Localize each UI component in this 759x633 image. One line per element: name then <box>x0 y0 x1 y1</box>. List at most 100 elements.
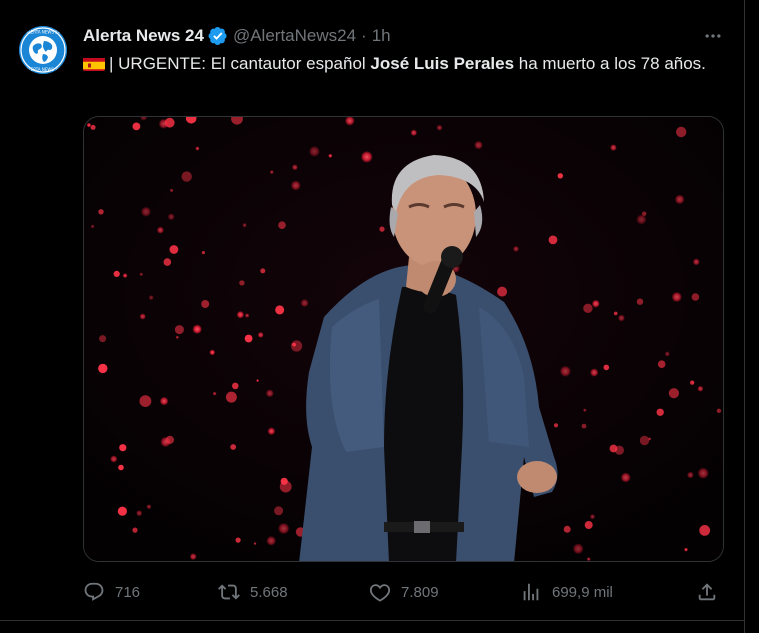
tweet-divider <box>0 620 744 621</box>
bokeh-light <box>99 335 107 343</box>
views-icon <box>520 581 542 603</box>
bokeh-light <box>590 368 599 377</box>
tweet-text: | URGENTE: El cantautor español José Lui… <box>83 52 723 76</box>
bokeh-light <box>132 527 138 533</box>
bokeh-light <box>236 310 245 319</box>
bokeh-light <box>360 150 373 163</box>
tweet-media-image[interactable] <box>83 116 724 562</box>
verified-badge-icon[interactable] <box>208 26 228 46</box>
bokeh-light <box>614 445 625 455</box>
bokeh-light <box>148 295 154 301</box>
bokeh-light <box>563 525 571 533</box>
bokeh-light <box>167 213 175 221</box>
bokeh-light <box>98 209 104 215</box>
bokeh-light <box>636 298 644 305</box>
bokeh-light <box>158 118 169 129</box>
handle[interactable]: @AlertaNews24 <box>233 26 356 46</box>
bokeh-light <box>583 408 587 413</box>
bokeh-light <box>279 480 292 493</box>
bokeh-light <box>690 380 695 385</box>
bokeh-light <box>260 268 266 274</box>
bokeh-light <box>581 423 587 429</box>
bokeh-light <box>589 514 596 520</box>
bokeh-light <box>513 245 519 252</box>
bokeh-light <box>140 206 152 217</box>
bokeh-light <box>277 522 290 535</box>
bokeh-light <box>201 300 210 308</box>
tweet-header: Alerta News 24 @AlertaNews24 · 1h <box>83 24 391 48</box>
bokeh-light <box>113 270 120 277</box>
bokeh-light <box>232 382 239 390</box>
bokeh-light <box>290 180 301 191</box>
share-button[interactable] <box>696 578 728 606</box>
tweet[interactable]: ALERTA NEWS 24 ALERTA NEWS 24 Alerta New… <box>0 0 744 633</box>
bokeh-light <box>257 331 264 338</box>
bokeh-light <box>379 226 385 232</box>
bokeh-light <box>328 153 333 158</box>
bokeh-light <box>586 557 591 561</box>
bokeh-light <box>244 334 253 343</box>
bokeh-light <box>170 188 174 192</box>
bokeh-light <box>175 335 179 339</box>
bokeh-light <box>146 504 152 510</box>
tweet-text-prefix: | URGENTE: El cantautor español <box>109 54 371 73</box>
tweet-text-bold: José Luis Perales <box>370 54 515 73</box>
bokeh-light <box>195 146 200 151</box>
bokeh-light <box>239 280 245 286</box>
bokeh-light <box>169 245 179 254</box>
bokeh-light <box>584 521 593 529</box>
bokeh-light <box>436 124 443 131</box>
bokeh-light <box>139 395 152 407</box>
views-button[interactable]: 699,9 mil <box>520 578 613 606</box>
separator-dot: · <box>361 26 367 45</box>
bokeh-light <box>119 444 127 452</box>
bokeh-light <box>668 388 680 399</box>
tweet-text-suffix: ha muerto a los 78 años. <box>514 54 706 73</box>
bokeh-light <box>118 464 124 471</box>
bokeh-light <box>572 543 584 555</box>
share-icon <box>696 581 718 603</box>
heart-icon <box>369 581 391 603</box>
bokeh-light <box>189 553 197 561</box>
bokeh-light <box>613 311 618 316</box>
spain-flag-icon <box>83 56 105 71</box>
bokeh-light <box>697 385 704 392</box>
bokeh-light <box>684 547 688 552</box>
bokeh-light <box>548 235 558 245</box>
bokeh-light <box>687 471 694 479</box>
bokeh-light <box>86 122 92 128</box>
bokeh-light <box>603 364 610 371</box>
bokeh-light <box>201 251 205 255</box>
reply-icon <box>83 581 105 603</box>
repost-count: 5.668 <box>250 583 288 601</box>
bokeh-light <box>692 258 700 266</box>
bokeh-light <box>192 324 202 334</box>
bokeh-light <box>256 379 260 383</box>
bokeh-light <box>90 124 96 130</box>
like-button[interactable]: 7.809 <box>369 578 439 606</box>
bokeh-light <box>267 427 276 436</box>
reply-button[interactable]: 716 <box>83 578 140 606</box>
avatar[interactable]: ALERTA NEWS 24 ALERTA NEWS 24 <box>19 26 67 74</box>
bokeh-light <box>278 221 286 229</box>
bokeh-light <box>674 194 685 205</box>
bokeh-light <box>209 349 216 356</box>
bokeh-light <box>244 313 250 318</box>
bokeh-light <box>181 171 192 182</box>
bokeh-light <box>265 389 274 398</box>
bokeh-light <box>230 444 237 450</box>
timestamp[interactable]: 1h <box>372 26 391 46</box>
bokeh-light <box>697 467 709 479</box>
bokeh-light <box>235 537 241 543</box>
bokeh-light <box>610 144 617 151</box>
bokeh-light <box>275 305 285 315</box>
bokeh-light <box>212 391 217 396</box>
bokeh-light <box>583 303 593 313</box>
repost-button[interactable]: 5.668 <box>218 578 288 606</box>
bokeh-light <box>90 224 95 229</box>
bokeh-light <box>716 408 722 413</box>
bokeh-light <box>664 351 670 357</box>
display-name[interactable]: Alerta News 24 <box>83 26 204 46</box>
bokeh-light <box>110 455 118 463</box>
more-dots-icon[interactable] <box>698 24 728 48</box>
